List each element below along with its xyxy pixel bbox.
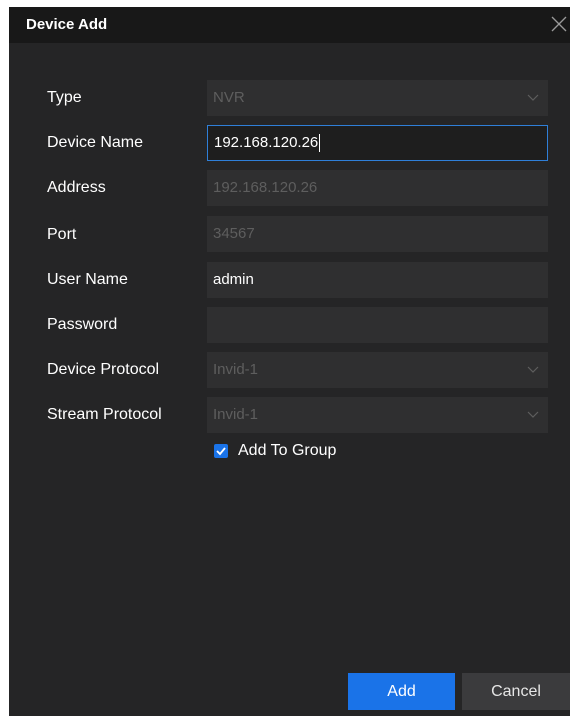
text-cursor <box>319 134 321 153</box>
device-protocol-label: Device Protocol <box>47 361 160 378</box>
stream-protocol-value: Invid-1 <box>213 406 259 423</box>
type-select[interactable]: NVR <box>207 80 548 116</box>
close-icon[interactable] <box>548 12 570 36</box>
checkmark-icon <box>216 447 226 456</box>
user-name-value: admin <box>213 271 254 288</box>
address-value: 192.168.120.26 <box>213 179 318 196</box>
port-input[interactable]: 34567 <box>207 216 548 252</box>
address-label: Address <box>47 179 106 196</box>
chevron-down-icon <box>527 94 539 101</box>
password-input[interactable] <box>207 307 548 343</box>
title-bar: Device Add <box>9 7 570 43</box>
device-protocol-select[interactable]: Invid-1 <box>207 352 548 388</box>
device-protocol-value: Invid-1 <box>213 361 259 378</box>
add-to-group-label: Add To Group <box>238 442 337 459</box>
port-value: 34567 <box>213 225 255 242</box>
port-label: Port <box>47 226 77 243</box>
add-button[interactable]: Add <box>348 673 455 710</box>
chevron-down-icon <box>527 411 539 418</box>
type-label: Type <box>47 89 82 106</box>
device-add-dialog: Device Add Type NVR Device Name 192.168.… <box>9 7 570 716</box>
stream-protocol-label: Stream Protocol <box>47 406 162 423</box>
device-name-value: 192.168.120.26 <box>214 134 319 151</box>
stream-protocol-select[interactable]: Invid-1 <box>207 397 548 433</box>
user-name-input[interactable]: admin <box>207 262 548 298</box>
device-name-input[interactable]: 192.168.120.26 <box>207 125 548 161</box>
cancel-button[interactable]: Cancel <box>462 673 570 710</box>
add-to-group-checkbox[interactable] <box>214 444 228 458</box>
password-label: Password <box>47 316 118 333</box>
user-name-label: User Name <box>47 271 128 288</box>
address-input[interactable]: 192.168.120.26 <box>207 170 548 206</box>
type-value: NVR <box>213 89 245 106</box>
device-name-label: Device Name <box>47 134 144 151</box>
dialog-title: Device Add <box>26 16 108 33</box>
chevron-down-icon <box>527 366 539 373</box>
